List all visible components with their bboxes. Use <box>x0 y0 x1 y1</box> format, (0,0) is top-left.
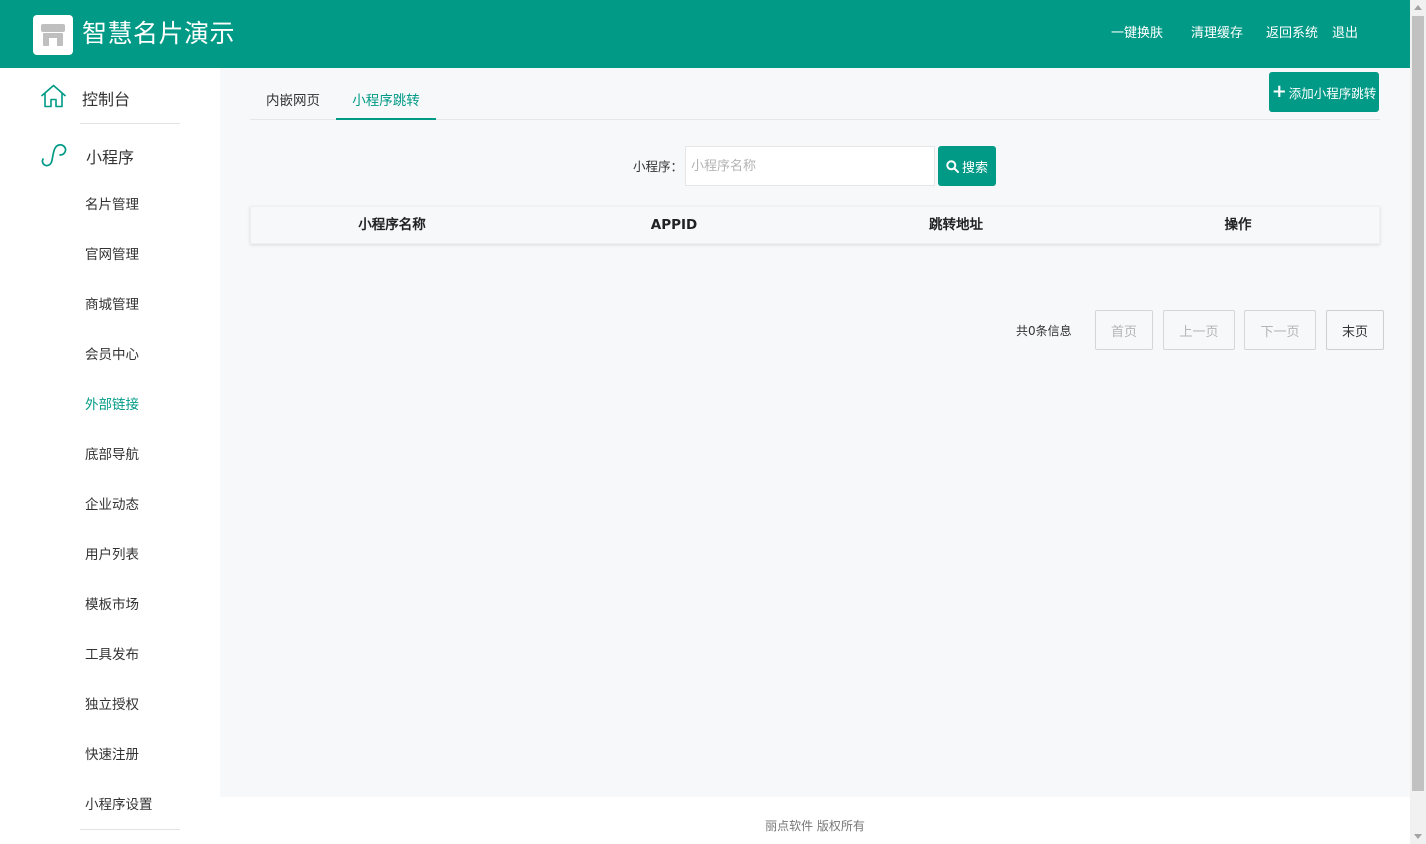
copyright-text: 丽点软件 版权所有 <box>765 819 865 833</box>
add-button-label: 添加小程序跳转 <box>1288 85 1377 101</box>
sidebar-item-independent-auth[interactable]: 独立授权 <box>85 695 139 715</box>
sidebar-item-miniapp[interactable]: 小程序 <box>0 124 220 180</box>
tab-miniapp-jump[interactable]: 小程序跳转 <box>336 84 436 120</box>
sidebar-item-miniapp-settings[interactable]: 小程序设置 <box>85 795 153 815</box>
sidebar-item-external-links[interactable]: 外部链接 <box>85 395 139 415</box>
column-header-jump-url: 跳转地址 <box>929 217 983 233</box>
sidebar-item-console[interactable]: 控制台 <box>0 68 220 124</box>
sidebar-item-template-market[interactable]: 模板市场 <box>85 595 139 615</box>
back-to-system-link[interactable]: 返回系统 <box>1266 24 1318 44</box>
footer: 丽点软件 版权所有 <box>220 797 1410 844</box>
sidebar-item-member-center[interactable]: 会员中心 <box>85 345 139 365</box>
search-button-label: 搜索 <box>961 160 988 176</box>
tab-bar: 内嵌网页 小程序跳转 <box>250 84 1380 120</box>
top-header: 智慧名片演示 一键换肤 清理缓存 返回系统 退出 <box>0 0 1410 68</box>
sidebar-divider-bottom <box>80 829 180 830</box>
miniprogram-icon <box>40 142 68 172</box>
page-scrollbar[interactable] <box>1410 0 1426 844</box>
last-page-button[interactable]: 末页 <box>1326 310 1384 350</box>
app-title: 智慧名片演示 <box>82 19 236 48</box>
home-icon <box>40 84 67 112</box>
sidebar-item-user-list[interactable]: 用户列表 <box>85 545 139 565</box>
column-header-miniapp-name: 小程序名称 <box>358 217 426 233</box>
prev-page-button[interactable]: 上一页 <box>1163 310 1235 350</box>
store-icon <box>33 15 73 55</box>
sidebar-item-card-manage[interactable]: 名片管理 <box>85 195 139 215</box>
pagination: 共0条信息 首页 上一页 下一页 末页 <box>220 310 1410 350</box>
column-header-appid: APPID <box>650 217 698 233</box>
first-page-button[interactable]: 首页 <box>1095 310 1153 350</box>
search-row: 小程序： 搜索 <box>220 146 1410 186</box>
clear-cache-link[interactable]: 清理缓存 <box>1191 24 1243 44</box>
sidebar-console-label: 控制台 <box>82 90 131 109</box>
column-header-actions: 操作 <box>1224 217 1252 233</box>
sidebar-item-company-news[interactable]: 企业动态 <box>85 495 139 515</box>
next-page-button[interactable]: 下一页 <box>1244 310 1316 350</box>
add-miniapp-jump-button[interactable]: + 添加小程序跳转 <box>1269 72 1379 112</box>
sidebar-item-quick-register[interactable]: 快速注册 <box>85 745 139 765</box>
sidebar: 控制台 小程序 名片管理 官网管理 商城管理 会员中心 外部链接 底部导航 企业… <box>0 68 220 844</box>
sidebar-item-bottom-nav[interactable]: 底部导航 <box>85 445 139 465</box>
table-header: 小程序名称 APPID 跳转地址 操作 <box>250 206 1380 244</box>
top-nav: 一键换肤 清理缓存 返回系统 退出 <box>1097 24 1358 44</box>
logout-link[interactable]: 退出 <box>1332 24 1358 44</box>
skin-switch-link[interactable]: 一键换肤 <box>1111 24 1163 44</box>
sidebar-item-mall-manage[interactable]: 商城管理 <box>85 295 139 315</box>
scroll-thumb[interactable] <box>1412 16 1424 791</box>
search-icon <box>946 159 959 173</box>
sidebar-miniapp-label: 小程序 <box>86 148 135 167</box>
plus-icon: + <box>1271 81 1287 102</box>
search-label: 小程序： <box>633 159 684 174</box>
scroll-down-icon[interactable] <box>1414 834 1422 839</box>
sidebar-item-website-manage[interactable]: 官网管理 <box>85 245 139 265</box>
record-count: 共0条信息 <box>1016 324 1072 338</box>
scroll-up-icon[interactable] <box>1414 5 1422 10</box>
main-content: 内嵌网页 小程序跳转 + 添加小程序跳转 小程序： 搜索 小程序名称 APPID… <box>220 68 1410 797</box>
sidebar-item-tool-publish[interactable]: 工具发布 <box>85 645 139 665</box>
miniapp-name-search-input[interactable] <box>685 146 935 186</box>
tab-embedded-webpage[interactable]: 内嵌网页 <box>250 84 336 120</box>
search-button[interactable]: 搜索 <box>938 146 996 186</box>
